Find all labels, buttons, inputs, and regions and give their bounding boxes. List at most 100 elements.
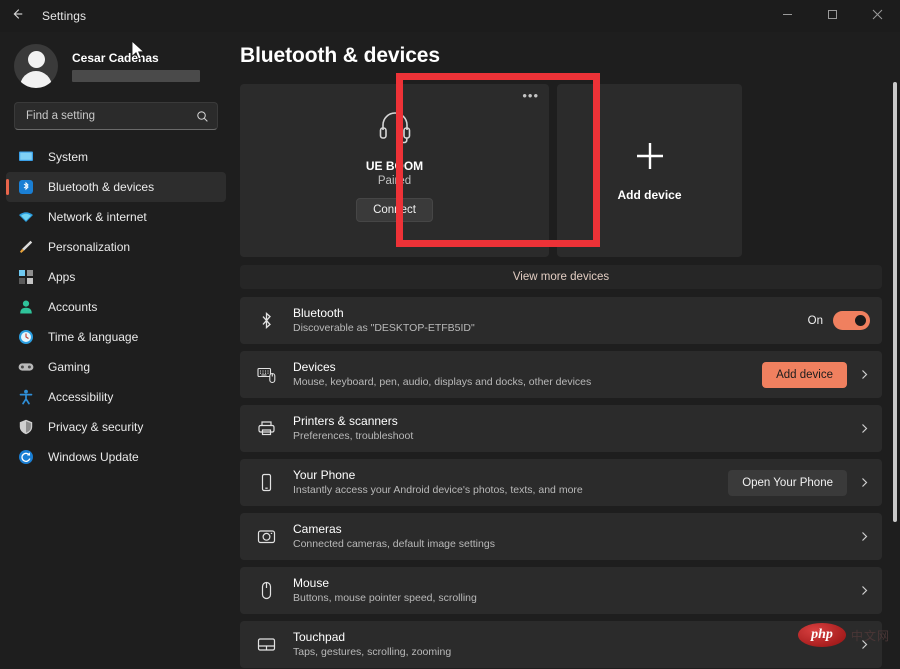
sidebar-item-apps[interactable]: Apps	[6, 262, 226, 292]
sidebar-nav: System Bluetooth & devices Network & int…	[0, 140, 232, 472]
row-title: Bluetooth	[293, 306, 808, 321]
close-button[interactable]	[855, 0, 900, 32]
setting-row-bluetooth[interactable]: Bluetooth Discoverable as "DESKTOP-ETFB5…	[240, 297, 882, 344]
sidebar-item-label: Time & language	[48, 330, 138, 344]
wifi-icon	[16, 207, 36, 227]
account-email-redacted	[72, 70, 200, 82]
row-title: Devices	[293, 360, 762, 375]
back-arrow-icon	[10, 7, 24, 26]
person-icon	[16, 297, 36, 317]
main-panel: Bluetooth & devices ••• UE BOOM Paired C…	[232, 32, 900, 669]
settings-rows: Bluetooth Discoverable as "DESKTOP-ETFB5…	[240, 297, 882, 668]
watermark: php 中文网	[798, 623, 890, 647]
setting-row-devices[interactable]: Devices Mouse, keyboard, pen, audio, dis…	[240, 351, 882, 398]
row-title: Your Phone	[293, 468, 728, 483]
add-device-card[interactable]: Add device	[557, 84, 742, 257]
setting-row-mouse[interactable]: Mouse Buttons, mouse pointer speed, scro…	[240, 567, 882, 614]
bluetooth-icon	[16, 177, 36, 197]
sidebar-item-label: Bluetooth & devices	[48, 180, 154, 194]
row-subtitle: Preferences, troubleshoot	[293, 430, 847, 443]
row-subtitle: Connected cameras, default image setting…	[293, 538, 847, 551]
setting-row-printers-scanners[interactable]: Printers & scanners Preferences, trouble…	[240, 405, 882, 452]
paired-device-card[interactable]: ••• UE BOOM Paired Connect	[240, 84, 549, 257]
plus-icon	[633, 139, 667, 178]
back-button[interactable]	[0, 0, 34, 32]
chevron-right-icon[interactable]	[859, 531, 870, 542]
headset-icon	[375, 106, 415, 151]
row-title: Printers & scanners	[293, 414, 847, 429]
apps-icon	[16, 267, 36, 287]
card-overflow-menu-icon[interactable]: •••	[522, 92, 539, 100]
sidebar: Cesar Cadenas System	[0, 32, 232, 669]
connect-button[interactable]: Connect	[356, 198, 433, 222]
sidebar-item-accessibility[interactable]: Accessibility	[6, 382, 226, 412]
minimize-button[interactable]	[765, 0, 810, 32]
sidebar-item-label: Personalization	[48, 240, 130, 254]
setting-row-your-phone[interactable]: Your Phone Instantly access your Android…	[240, 459, 882, 506]
page-title: Bluetooth & devices	[240, 44, 882, 68]
touchpad-icon	[254, 633, 278, 657]
chevron-right-icon[interactable]	[859, 477, 870, 488]
sidebar-item-windows-update[interactable]: Windows Update	[6, 442, 226, 472]
row-subtitle: Discoverable as "DESKTOP-ETFB5ID"	[293, 322, 808, 335]
sidebar-item-time-language[interactable]: Time & language	[6, 322, 226, 352]
add-device-button[interactable]: Add device	[762, 362, 847, 388]
open-your-phone-button[interactable]: Open Your Phone	[728, 470, 847, 496]
add-device-card-label: Add device	[617, 188, 681, 202]
avatar	[14, 44, 58, 88]
account-block[interactable]: Cesar Cadenas	[0, 38, 232, 98]
sidebar-item-label: Apps	[48, 270, 75, 284]
chevron-right-icon[interactable]	[859, 585, 870, 596]
search-icon[interactable]	[196, 110, 209, 123]
sidebar-item-personalization[interactable]: Personalization	[6, 232, 226, 262]
mouse-icon	[254, 579, 278, 603]
row-title: Cameras	[293, 522, 847, 537]
main-scrollbar[interactable]	[893, 82, 897, 522]
sidebar-item-label: Accounts	[48, 300, 97, 314]
sidebar-item-system[interactable]: System	[6, 142, 226, 172]
watermark-suffix: 中文网	[851, 627, 890, 644]
row-subtitle: Mouse, keyboard, pen, audio, displays an…	[293, 376, 762, 389]
sidebar-item-gaming[interactable]: Gaming	[6, 352, 226, 382]
shield-icon	[16, 417, 36, 437]
clock-icon	[16, 327, 36, 347]
chevron-right-icon[interactable]	[859, 423, 870, 434]
chevron-right-icon[interactable]	[859, 369, 870, 380]
minimize-icon	[782, 9, 793, 23]
sidebar-item-bluetooth-devices[interactable]: Bluetooth & devices	[6, 172, 226, 202]
row-title: Touchpad	[293, 630, 847, 645]
device-cards-row: ••• UE BOOM Paired Connect Add d	[240, 84, 882, 257]
sidebar-item-privacy-security[interactable]: Privacy & security	[6, 412, 226, 442]
setting-row-touchpad[interactable]: Touchpad Taps, gestures, scrolling, zoom…	[240, 621, 882, 668]
close-icon	[872, 9, 883, 23]
row-subtitle: Buttons, mouse pointer speed, scrolling	[293, 592, 847, 605]
window-controls	[765, 0, 900, 32]
printer-icon	[254, 417, 278, 441]
maximize-icon	[827, 9, 838, 23]
title-bar: Settings	[0, 0, 900, 32]
sidebar-item-label: Network & internet	[48, 210, 147, 224]
gamepad-icon	[16, 357, 36, 377]
brush-icon	[16, 237, 36, 257]
php-logo: php	[798, 623, 846, 647]
maximize-button[interactable]	[810, 0, 855, 32]
toggle-state-label: On	[808, 315, 823, 327]
account-name: Cesar Cadenas	[72, 51, 218, 65]
sidebar-item-network-internet[interactable]: Network & internet	[6, 202, 226, 232]
setting-row-cameras[interactable]: Cameras Connected cameras, default image…	[240, 513, 882, 560]
monitor-icon	[16, 147, 36, 167]
view-more-devices-link[interactable]: View more devices	[240, 265, 882, 289]
bluetooth-icon	[254, 309, 278, 333]
camera-icon	[254, 525, 278, 549]
search-input[interactable]	[26, 110, 196, 122]
search-box[interactable]	[14, 102, 218, 130]
sidebar-item-accounts[interactable]: Accounts	[6, 292, 226, 322]
row-subtitle: Instantly access your Android device's p…	[293, 484, 728, 497]
sidebar-item-label: Gaming	[48, 360, 90, 374]
sidebar-item-label: Accessibility	[48, 390, 113, 404]
phone-icon	[254, 471, 278, 495]
row-subtitle: Taps, gestures, scrolling, zooming	[293, 646, 847, 659]
sidebar-item-label: System	[48, 150, 88, 164]
bluetooth-toggle[interactable]	[833, 311, 870, 330]
device-name: UE BOOM	[366, 159, 423, 173]
